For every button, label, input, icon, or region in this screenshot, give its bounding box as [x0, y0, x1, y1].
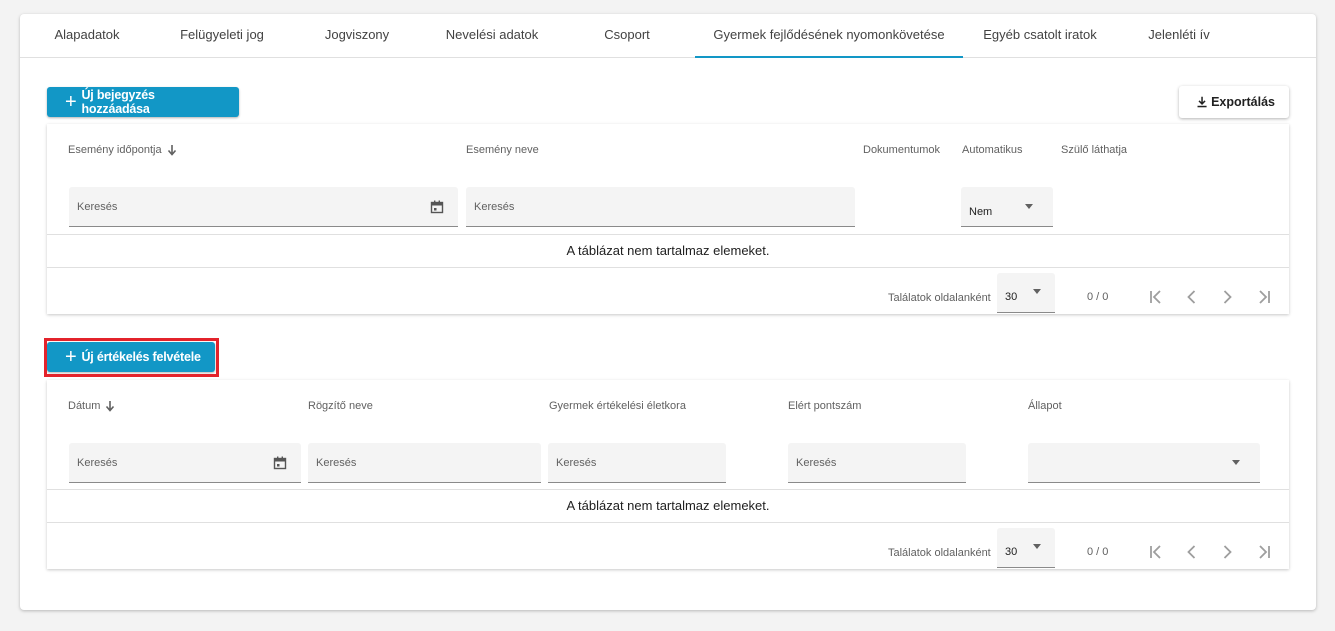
pagination-range: 0 / 0 [1087, 291, 1109, 303]
column-header-event-time[interactable]: Esemény időpontja [68, 144, 177, 156]
event-time-filter[interactable]: Keresés [69, 187, 458, 227]
add-entry-button[interactable]: + Új bejegyzés hozzáadása [47, 87, 239, 117]
column-header-score[interactable]: Elért pontszám [788, 400, 861, 412]
dropdown-caret-icon [1033, 289, 1041, 294]
tab-alapadatok[interactable]: Alapadatok [34, 14, 140, 58]
column-header-date[interactable]: Dátum [68, 400, 115, 412]
column-header-status[interactable]: Állapot [1028, 400, 1062, 412]
divider [47, 234, 1289, 235]
divider [47, 489, 1289, 490]
next-page-icon[interactable] [1217, 542, 1237, 562]
last-page-icon[interactable] [1254, 542, 1274, 562]
column-header-age[interactable]: Gyermek értékelési életkora [549, 400, 686, 412]
first-page-icon[interactable] [1146, 542, 1166, 562]
export-button[interactable]: Exportálás [1179, 86, 1289, 118]
status-select[interactable] [1028, 443, 1260, 483]
empty-table-message: A táblázat nem tartalmaz elemeket. [566, 498, 770, 513]
last-page-icon[interactable] [1254, 287, 1274, 307]
column-header-documents: Dokumentumok [863, 144, 941, 156]
tab-jelenleti-iv[interactable]: Jelenléti ív [1126, 14, 1232, 58]
first-page-icon[interactable] [1146, 287, 1166, 307]
per-page-select[interactable]: 30 [997, 528, 1055, 568]
previous-page-icon[interactable] [1182, 542, 1202, 562]
recorder-filter[interactable]: Keresés [308, 443, 541, 483]
download-icon [1197, 96, 1207, 108]
dropdown-caret-icon [1033, 544, 1041, 549]
calendar-icon[interactable] [273, 456, 287, 470]
calendar-icon[interactable] [430, 200, 444, 214]
previous-page-icon[interactable] [1182, 287, 1202, 307]
column-header-event-name[interactable]: Esemény neve [466, 144, 539, 156]
sort-arrow-down-icon [106, 401, 115, 412]
tab-bar: Alapadatok Felügyeleti jog Jogviszony Ne… [20, 14, 1316, 58]
column-header-automatic: Automatikus [962, 144, 1023, 156]
main-card: Alapadatok Felügyeleti jog Jogviszony Ne… [20, 14, 1316, 610]
next-page-icon[interactable] [1217, 287, 1237, 307]
divider [47, 522, 1289, 523]
add-entry-label: Új bejegyzés hozzáadása [81, 88, 155, 116]
per-page-label: Találatok oldalanként [888, 292, 991, 304]
tab-nevelesi-adatok[interactable]: Nevelési adatok [434, 14, 550, 58]
tab-jogviszony[interactable]: Jogviszony [306, 14, 408, 58]
export-label: Exportálás [1211, 95, 1275, 109]
per-page-select[interactable]: 30 [997, 273, 1055, 313]
plus-icon: + [65, 91, 77, 113]
tab-csoport[interactable]: Csoport [576, 14, 678, 58]
highlight-box [44, 338, 219, 377]
tab-felugyeleti-jog[interactable]: Felügyeleti jog [168, 14, 276, 58]
pagination-range: 0 / 0 [1087, 546, 1109, 558]
column-header-parent-visible: Szülő láthatja [1061, 144, 1128, 156]
events-table: Esemény időpontja Esemény neve Dokumentu… [47, 124, 1289, 314]
sort-arrow-down-icon [167, 145, 176, 156]
event-name-filter[interactable]: Keresés [466, 187, 855, 227]
tab-egyeb-csatolt-iratok[interactable]: Egyéb csatolt iratok [978, 14, 1102, 58]
score-filter[interactable]: Keresés [788, 443, 966, 483]
empty-table-message: A táblázat nem tartalmaz elemeket. [566, 243, 770, 258]
evaluations-table: Dátum Rögzítő neve Gyermek értékelési él… [47, 380, 1289, 569]
divider [47, 267, 1289, 268]
per-page-label: Találatok oldalanként [888, 547, 991, 559]
automatic-select[interactable]: Nem [961, 187, 1053, 227]
dropdown-caret-icon [1232, 460, 1240, 465]
tab-gyermek-fejlodes[interactable]: Gyermek fejlődésének nyomonkövetése [695, 14, 963, 58]
dropdown-caret-icon [1025, 204, 1033, 209]
date-filter[interactable]: Keresés [69, 443, 301, 483]
column-header-recorder[interactable]: Rögzítő neve [308, 400, 373, 412]
age-filter[interactable]: Keresés [548, 443, 726, 483]
